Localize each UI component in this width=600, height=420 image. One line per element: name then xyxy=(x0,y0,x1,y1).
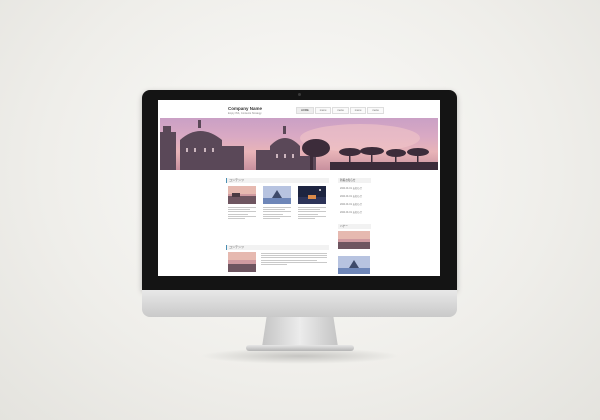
nav-item[interactable]: menu xyxy=(332,107,349,114)
card-text xyxy=(228,207,256,220)
feature-text xyxy=(261,253,327,266)
site-name: Company Name xyxy=(228,106,263,111)
sidebar-link[interactable]: 2024.01.01 お知らせ xyxy=(340,186,362,190)
hero-banner xyxy=(160,118,438,170)
website-screen: Company Name Enjoy ISS, Contents Strateg… xyxy=(158,100,440,276)
nav-item-home[interactable]: HOME xyxy=(296,107,314,114)
card-thumbnail-sunset[interactable] xyxy=(228,186,256,204)
sidebar-link[interactable]: 2024.01.01 お知らせ xyxy=(340,194,362,198)
section-title-contents-2: コンテンツ xyxy=(226,245,329,250)
monitor-stand xyxy=(262,317,338,347)
camera-icon xyxy=(298,93,301,96)
nav-item[interactable]: menu xyxy=(314,107,332,114)
sidebar-banner-sunset[interactable] xyxy=(338,231,370,249)
site-tagline: Enjoy ISS, Contents Strategy xyxy=(228,112,262,115)
card-thumbnail-island[interactable] xyxy=(263,186,291,204)
sidebar-banner-island[interactable] xyxy=(338,256,370,274)
site-brand[interactable]: Company Name Enjoy ISS, Contents Strateg… xyxy=(228,106,262,115)
nav-item[interactable]: menu xyxy=(367,107,384,114)
feature-thumbnail-sunset[interactable] xyxy=(228,252,256,272)
card-thumbnail-night[interactable] xyxy=(298,186,326,204)
nav-item[interactable]: menu xyxy=(349,107,367,114)
main-nav: HOME menu menu menu menu xyxy=(296,107,384,114)
card-text xyxy=(263,207,291,220)
monitor-foot xyxy=(246,345,354,351)
monitor-chin xyxy=(142,290,457,317)
sidebar-link[interactable]: 2024.01.01 お知らせ xyxy=(340,202,362,206)
sidebar-banner-title: バナー xyxy=(338,224,371,229)
hero-cityscape-image xyxy=(160,120,438,170)
section-title-contents: コンテンツ xyxy=(226,178,329,183)
sidebar-title: 新着お知らせ xyxy=(338,178,371,183)
sidebar-link[interactable]: 2024.01.01 お知らせ xyxy=(340,210,362,214)
card-text xyxy=(298,207,326,220)
